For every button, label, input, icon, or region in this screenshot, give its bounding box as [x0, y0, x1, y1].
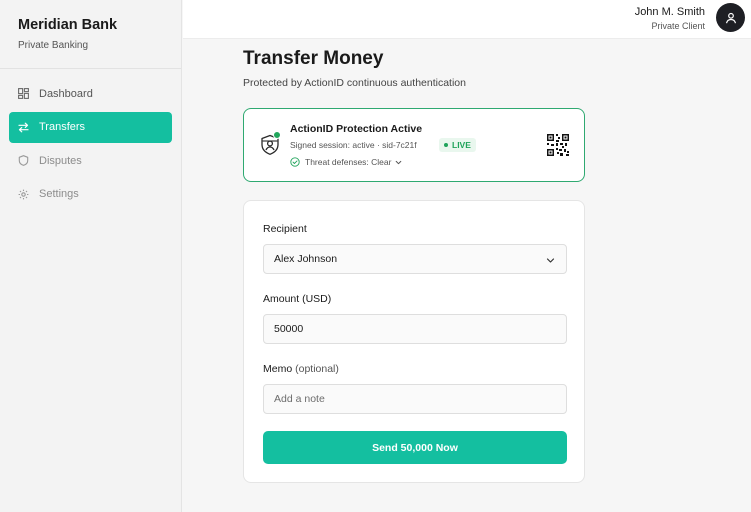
sidebar-item-disputes[interactable]: Disputes [9, 145, 172, 176]
protection-title: ActionID Protection Active [290, 123, 423, 135]
top-bar: John M. Smith Private Client [183, 0, 751, 39]
recipient-label: Recipient [263, 223, 307, 235]
live-dot [444, 143, 448, 147]
amount-input[interactable] [274, 323, 556, 335]
memo-label-text: Memo [263, 363, 293, 375]
memo-optional-hint: (optional) [295, 363, 339, 375]
threat-defenses-toggle[interactable]: Threat defenses: Clear [290, 157, 402, 167]
live-badge-label: LIVE [452, 140, 471, 150]
dashboard-grid-icon [18, 88, 29, 99]
brand-tagline: Private Banking [18, 40, 89, 51]
sidebar-item-label: Settings [39, 188, 79, 200]
page-title: Transfer Money [243, 48, 384, 69]
chevron-down-icon [396, 160, 402, 164]
user-name: John M. Smith [634, 6, 705, 18]
qr-code-icon[interactable] [547, 134, 569, 156]
transfer-form: Recipient Alex Johnson Amount (USD) Memo… [243, 200, 585, 483]
shield-icon [18, 155, 29, 166]
user-info: John M. Smith Private Client [635, 6, 705, 31]
page-subtitle: Protected by ActionID continuous authent… [243, 77, 466, 89]
sidebar: Meridian Bank Private Banking Dashboard … [0, 0, 182, 512]
sidebar-item-settings[interactable]: Settings [9, 179, 172, 210]
sidebar-nav: Dashboard Transfers Disputes Settings [0, 69, 181, 210]
status-dot [273, 131, 281, 139]
session-info: Signed session: active · sid-7c21f [290, 140, 417, 150]
user-icon [725, 12, 736, 23]
sidebar-item-transfers[interactable]: Transfers [9, 111, 172, 143]
sidebar-item-dashboard[interactable]: Dashboard [9, 78, 172, 109]
memo-label: Memo (optional) [263, 363, 339, 375]
recipient-value: Alex Johnson [274, 253, 338, 265]
memo-field[interactable] [263, 384, 567, 414]
user-role: Private Client [651, 21, 705, 31]
brand-block: Meridian Bank Private Banking [0, 0, 181, 69]
sidebar-item-label: Transfers [39, 121, 86, 133]
sidebar-item-label: Disputes [39, 154, 82, 167]
send-button[interactable]: Send 50,000 Now [263, 431, 567, 464]
chevron-down-icon [546, 258, 555, 263]
transfer-arrows-icon [18, 122, 29, 133]
actionid-protection-card: ActionID Protection Active Signed sessio… [243, 108, 585, 182]
brand-name: Meridian Bank [18, 17, 118, 33]
check-circle-icon [290, 157, 300, 167]
amount-field[interactable] [263, 314, 567, 344]
threat-defenses-label: Threat defenses: Clear [305, 157, 392, 167]
gear-icon [18, 189, 29, 200]
memo-input[interactable] [274, 393, 556, 405]
amount-label: Amount (USD) [263, 293, 332, 305]
avatar[interactable] [716, 3, 745, 32]
sidebar-item-label: Dashboard [39, 87, 93, 100]
recipient-select[interactable]: Alex Johnson [263, 244, 567, 274]
live-badge: LIVE [439, 138, 476, 152]
